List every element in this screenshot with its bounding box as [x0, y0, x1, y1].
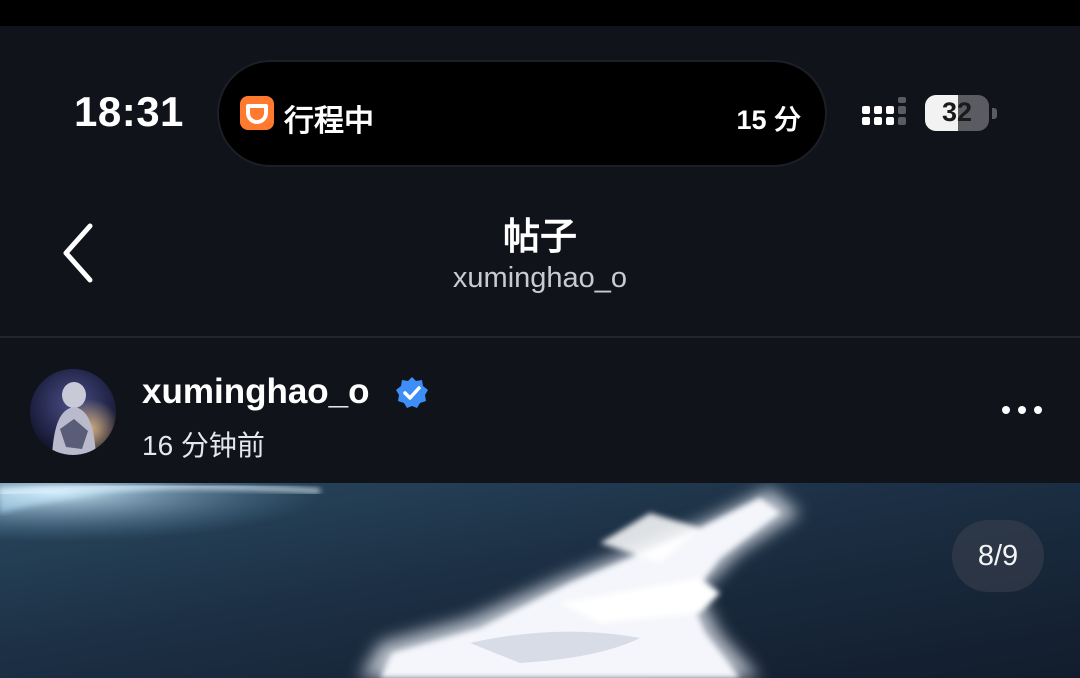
post-image[interactable] — [0, 483, 1080, 678]
more-horizontal-icon — [1002, 406, 1042, 414]
battery-indicator: 32 — [925, 95, 989, 131]
phone-screen: 18:31 行程中 15 分 32 帖子 xuminghao_o xumingh… — [0, 0, 1080, 678]
post-username[interactable]: xuminghao_o — [142, 372, 370, 412]
battery-tip — [992, 108, 997, 119]
cellular-signal-icon — [860, 97, 912, 136]
header-divider — [0, 336, 1080, 338]
page-title: 帖子 — [503, 216, 577, 257]
status-time: 18:31 — [74, 88, 184, 135]
trip-status-label: 行程中 — [284, 105, 374, 138]
page-subtitle: xuminghao_o — [452, 262, 628, 294]
battery-level: 32 — [941, 97, 973, 127]
top-edge — [0, 0, 1080, 26]
dynamic-island[interactable]: 行程中 15 分 — [219, 62, 825, 165]
post-timestamp: 16 分钟前 — [142, 430, 265, 461]
verified-badge-icon — [395, 376, 429, 415]
didi-icon — [240, 96, 274, 130]
image-page-indicator: 8/9 — [952, 520, 1044, 592]
more-options-button[interactable] — [994, 392, 1050, 428]
avatar[interactable] — [30, 369, 116, 455]
page-indicator-text: 8/9 — [977, 540, 1019, 572]
trip-eta: 15 分 — [736, 105, 801, 135]
